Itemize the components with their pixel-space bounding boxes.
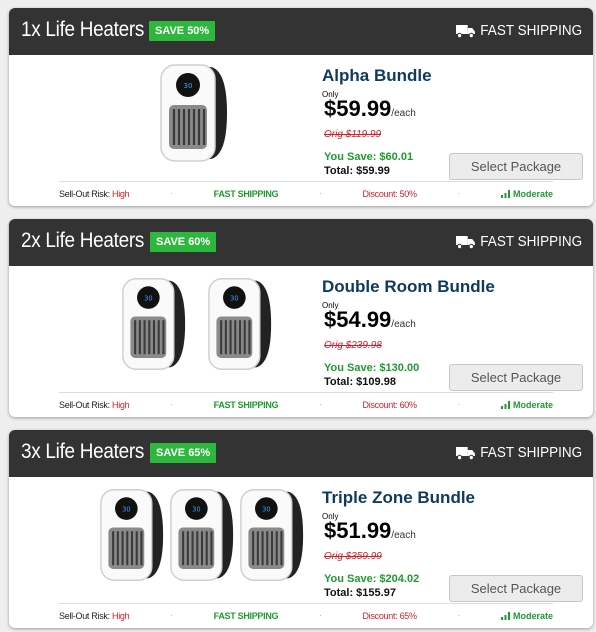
sell-out-risk: Sell-Out Risk: High [59,610,130,621]
save-badge: SAVE 50% [149,21,216,41]
package-title: 2x Life Heaters [21,229,145,252]
signal-bars-icon [500,611,510,620]
stock-level: Moderate [500,188,553,199]
separator-dot: · [319,400,322,409]
select-package-button[interactable]: Select Package [449,153,583,180]
original-price: Orig $239.98 [324,340,382,351]
discount-label: Discount: 50% [362,188,417,199]
package-card-3[interactable]: 3x Life Heaters SAVE 65% FAST SHIPPING 3… [9,430,593,628]
fast-shipping-header: FAST SHIPPING [455,22,582,39]
shipping-label: FAST SHIPPING [480,444,582,461]
svg-text:30: 30 [230,294,238,302]
shipping-label: FAST SHIPPING [480,22,582,39]
product-image-area: 30 [9,55,309,181]
price-row: $59.99/each [324,96,416,122]
you-save: You Save: $60.01 [324,151,414,163]
heater-product-image: 30 [208,278,272,370]
footer-fast-shipping: FAST SHIPPING [213,399,279,410]
separator-dot: · [319,611,322,620]
bundle-name: Triple Zone Bundle [322,488,476,507]
price-row: $54.99/each [324,307,416,333]
original-price: Orig $359.99 [324,551,382,562]
svg-text:30: 30 [262,505,270,513]
price-row: $51.99/each [324,518,416,544]
heater-product-image: 30 [160,64,227,162]
card-header: 1x Life Heaters SAVE 50% FAST SHIPPING [9,8,593,55]
heater-product-image: 30 [100,489,164,581]
product-image-area: 30 30 30 [9,477,309,603]
per-unit-label: /each [391,530,416,541]
svg-text:30: 30 [122,505,130,513]
discount-label: Discount: 65% [362,610,417,621]
unit-price: $59.99 [324,96,392,121]
card-header: 2x Life Heaters SAVE 60% FAST SHIPPING [9,219,593,266]
card-footer: Sell-Out Risk: High · FAST SHIPPING · Di… [59,392,553,416]
bundle-name: Alpha Bundle [322,66,432,85]
original-price: Orig $119.99 [324,129,382,140]
fast-shipping-header: FAST SHIPPING [455,444,582,461]
separator-dot: · [457,611,461,620]
stock-level: Moderate [500,399,553,410]
discount-label: Discount: 60% [362,399,417,410]
per-unit-label: /each [391,319,416,330]
separator-dot: · [170,400,173,409]
truck-icon [455,24,475,38]
separator-dot: · [457,400,461,409]
package-title: 3x Life Heaters [21,440,145,463]
card-header: 3x Life Heaters SAVE 65% FAST SHIPPING [9,430,593,477]
separator-dot: · [170,611,173,620]
separator-dot: · [319,189,322,198]
select-package-button[interactable]: Select Package [449,575,583,602]
sell-out-risk: Sell-Out Risk: High [59,188,130,199]
separator-dot: · [170,189,173,198]
unit-price: $51.99 [324,518,392,543]
stock-level: Moderate [500,610,553,621]
signal-bars-icon [500,400,510,409]
heater-product-image: 30 [122,278,186,370]
per-unit-label: /each [391,108,416,119]
footer-fast-shipping: FAST SHIPPING [213,188,279,199]
footer-fast-shipping: FAST SHIPPING [213,610,279,621]
svg-text:30: 30 [192,505,200,513]
save-badge: SAVE 65% [150,443,217,463]
signal-bars-icon [500,189,510,198]
fast-shipping-header: FAST SHIPPING [455,233,582,250]
heater-product-image: 30 [170,489,234,581]
shipping-label: FAST SHIPPING [480,233,582,250]
truck-icon [455,446,475,460]
risk-label: Sell-Out Risk: [59,399,110,410]
you-save: You Save: $130.00 [324,362,420,374]
stock-level-label: Moderate [512,188,553,199]
risk-value: High [112,188,130,199]
product-image-area: 30 30 [9,266,309,392]
unit-price: $54.99 [324,307,392,332]
separator-dot: · [457,189,461,198]
risk-value: High [112,399,130,410]
total-price: Total: $155.97 [324,587,396,599]
total-price: Total: $59.99 [324,165,390,177]
you-save: You Save: $204.02 [324,573,420,585]
total-price: Total: $109.98 [324,376,396,388]
svg-text:30: 30 [184,82,193,90]
package-card-2[interactable]: 2x Life Heaters SAVE 60% FAST SHIPPING 3… [9,219,593,417]
stock-level-label: Moderate [512,610,553,621]
stock-level-label: Moderate [512,399,553,410]
sell-out-risk: Sell-Out Risk: High [59,399,130,410]
package-card-1[interactable]: 1x Life Heaters SAVE 50% FAST SHIPPING 3… [9,8,593,206]
truck-icon [455,235,475,249]
heater-product-image: 30 [240,489,304,581]
package-title: 1x Life Heaters [21,18,145,41]
risk-label: Sell-Out Risk: [59,610,110,621]
save-badge: SAVE 60% [150,232,217,252]
risk-label: Sell-Out Risk: [59,188,110,199]
risk-value: High [112,610,130,621]
svg-text:30: 30 [144,294,152,302]
card-footer: Sell-Out Risk: High · FAST SHIPPING · Di… [59,181,553,205]
select-package-button[interactable]: Select Package [449,364,583,391]
card-footer: Sell-Out Risk: High · FAST SHIPPING · Di… [59,603,553,627]
bundle-name: Double Room Bundle [322,277,495,296]
